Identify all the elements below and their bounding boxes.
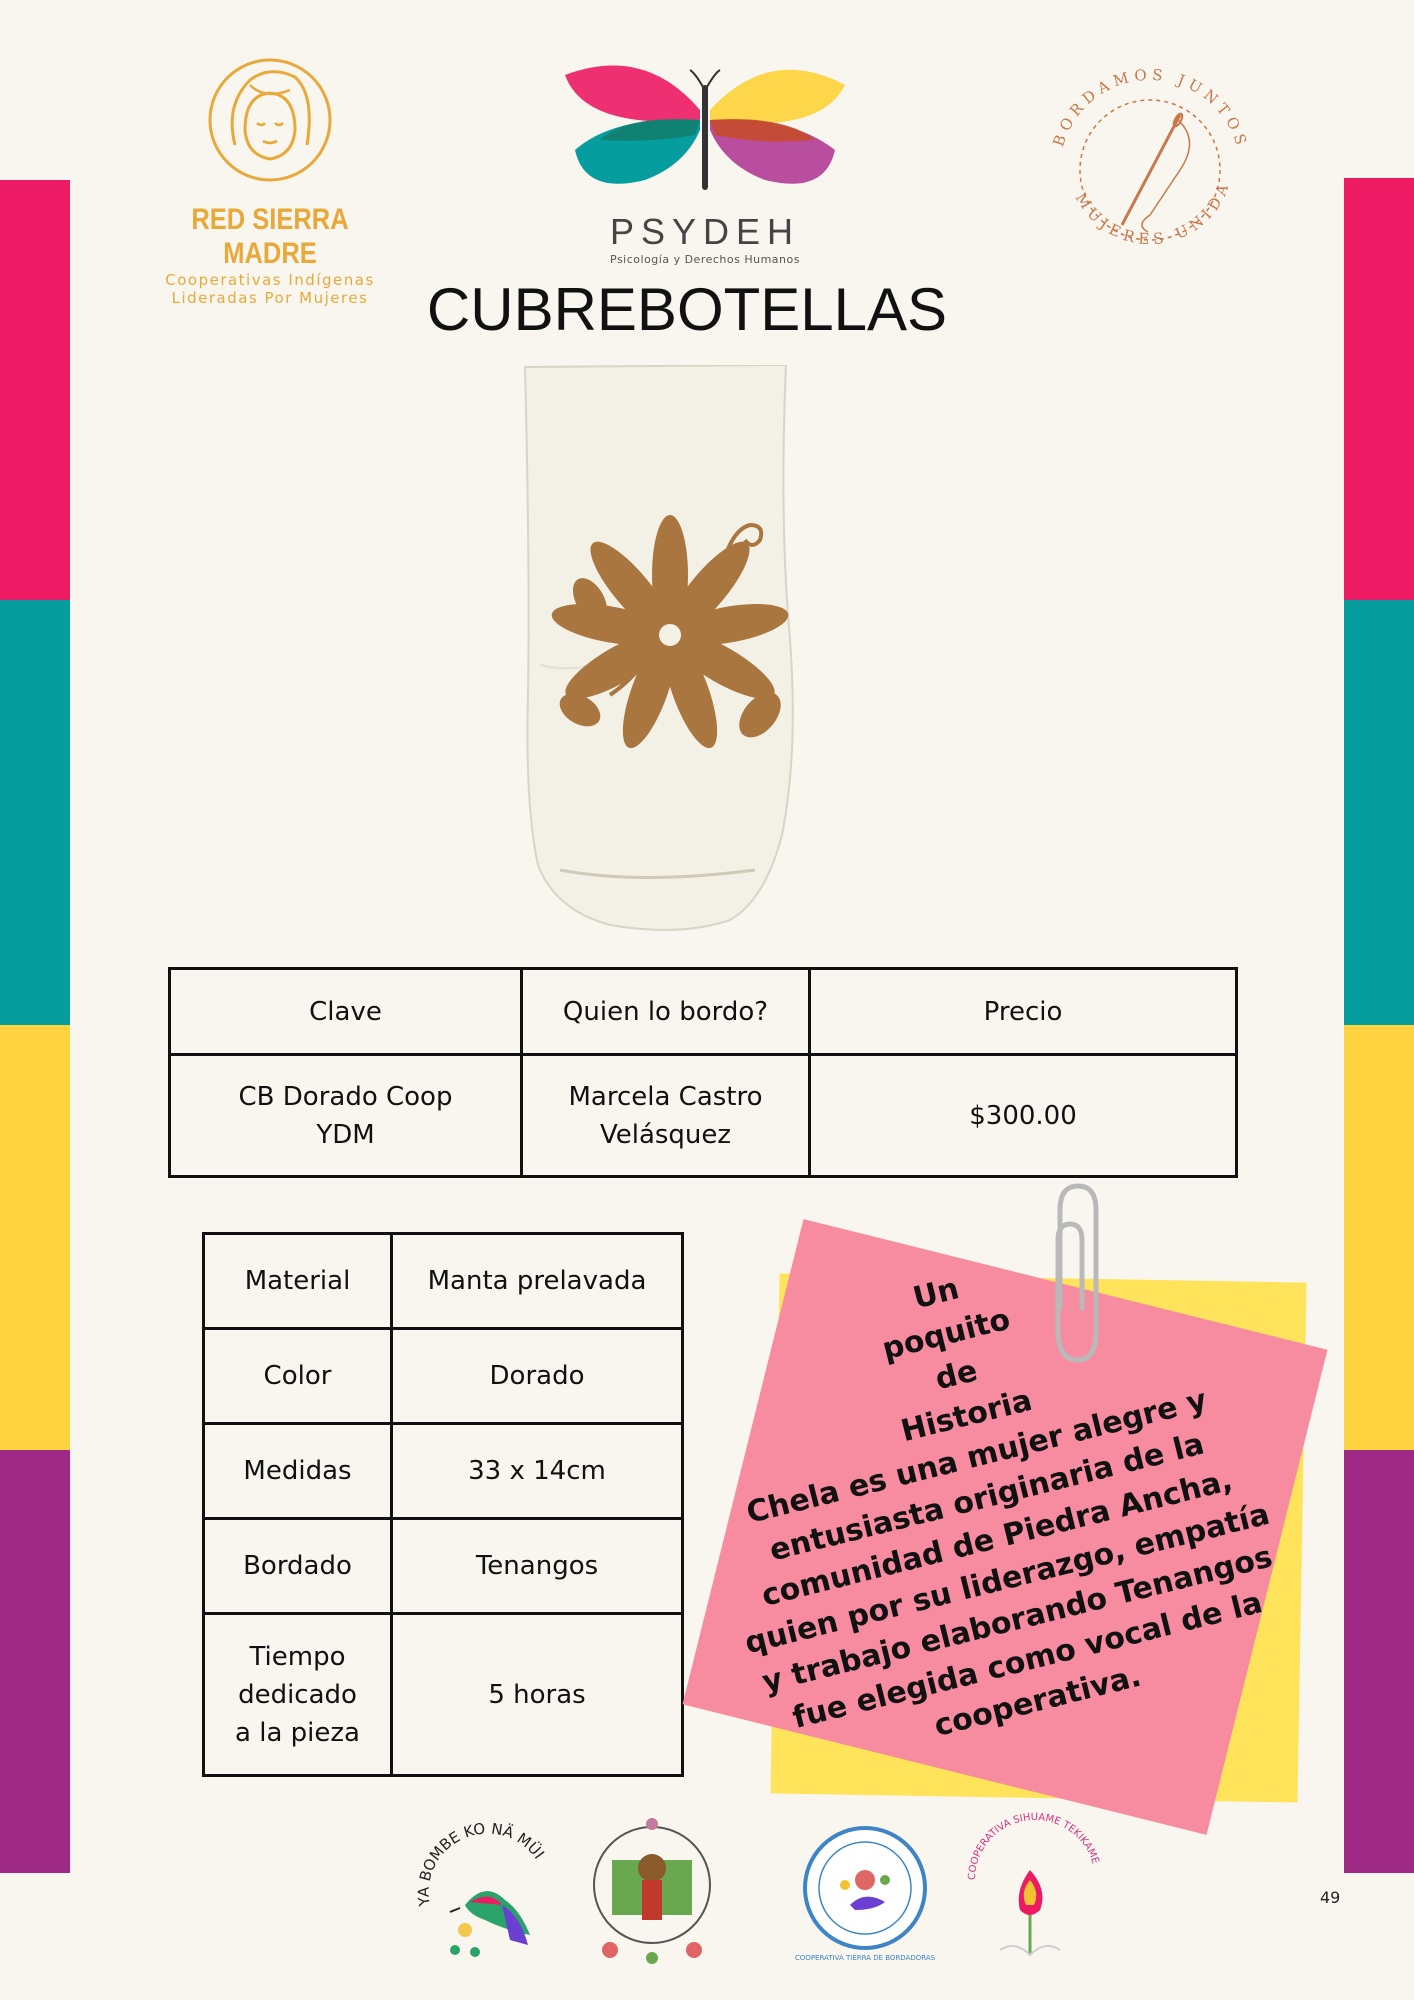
- spec-row: Material Manta prelavada: [202, 1232, 684, 1330]
- stripe-right-magenta: [1344, 178, 1414, 600]
- header-precio: Precio: [808, 967, 1238, 1056]
- needle-thread-icon: BORDAMOS JUNTOS MUJERES UNIDAS: [1022, 36, 1251, 248]
- main-table-row: CB Dorado Coop YDM Marcela Castro Velásq…: [168, 1053, 1238, 1178]
- stripe-left-purple: [0, 1450, 70, 1873]
- bordamos-top-text: BORDAMOS JUNTOS: [1049, 66, 1246, 152]
- tierra-de-bordadoras-logo: COOPERATIVA TIERRA DE BORDADORAS: [795, 1826, 936, 1962]
- stripe-right-purple: [1344, 1450, 1414, 1873]
- spec-row: Bordado Tenangos: [202, 1517, 684, 1615]
- page-number: 49: [1320, 1888, 1341, 1907]
- cell-bordadora: Marcela Castro Velásquez: [520, 1053, 811, 1178]
- stripe-right-yellow: [1344, 1025, 1414, 1450]
- cooperative-village-logo: [593, 1818, 711, 1964]
- stripe-left-yellow: [0, 1025, 70, 1450]
- spec-row: Medidas 33 x 14cm: [202, 1422, 684, 1520]
- header-quien-lo-bordo: Quien lo bordo?: [520, 967, 811, 1056]
- spec-label: Color: [202, 1327, 393, 1425]
- svg-text:BORDAMOS JUNTOS: BORDAMOS JUNTOS: [1049, 66, 1251, 152]
- red-sierra-madre-logo: RED SIERRA MADRE Cooperativas Indígenas …: [150, 55, 390, 307]
- butterfly-icon: [565, 65, 845, 190]
- note-body: Chela es una mujer alegre y entusiasta o…: [741, 1382, 1276, 1744]
- spec-label: Tiempo dedicado a la pieza: [202, 1612, 393, 1777]
- stripe-left-teal: [0, 600, 70, 1025]
- spec-value: 5 horas: [390, 1612, 684, 1777]
- main-table-header: Clave Quien lo bordo? Precio: [168, 967, 1238, 1056]
- sihuame-tekikame-logo: COOPERATIVA SIHUAME TEKIKAME: [967, 1812, 1101, 1957]
- spec-label: Material: [202, 1232, 393, 1330]
- psydeh-subtitle: Psicología y Derechos Humanos: [610, 253, 800, 266]
- spec-value: Tenangos: [390, 1517, 684, 1615]
- paperclip-icon: [1055, 1183, 1099, 1363]
- spec-label: Medidas: [202, 1422, 393, 1520]
- cell-precio: $300.00: [808, 1053, 1238, 1178]
- spec-table: Material Manta prelavada Color Dorado Me…: [202, 1232, 684, 1777]
- spec-value: 33 x 14cm: [390, 1422, 684, 1520]
- page-title: CUBREBOTELLAS: [426, 276, 948, 343]
- header-clave: Clave: [168, 967, 523, 1056]
- spec-value: Dorado: [390, 1327, 684, 1425]
- note-heading: Un poquito de Historia: [878, 1271, 1036, 1450]
- psydeh-logo: PSYDEH Psicología y Derechos Humanos: [555, 55, 855, 266]
- sihuame-text: COOPERATIVA SIHUAME TEKIKAME: [967, 1812, 1101, 1880]
- spec-value: Manta prelavada: [390, 1232, 684, 1330]
- cell-clave: CB Dorado Coop YDM: [168, 1053, 523, 1178]
- spec-row: Tiempo dedicado a la pieza 5 horas: [202, 1612, 684, 1777]
- tierra-text: COOPERATIVA TIERRA DE BORDADORAS: [795, 1954, 936, 1962]
- bottle-cover-photo: [523, 365, 794, 931]
- ya-bombe-logo: YA BOMBE KO NÄ MÜI: [415, 1820, 548, 1957]
- bordamos-juntos-logo: BORDAMOS JUNTOS MUJERES UNIDAS: [1022, 36, 1270, 290]
- stripe-right-teal: [1344, 600, 1414, 1025]
- cooperative-logos: YA BOMBE KO NÄ MÜI COOPERATIVA TIERRA DE…: [400, 1810, 1120, 1980]
- product-main-table: Clave Quien lo bordo? Precio CB Dorado C…: [168, 967, 1238, 1178]
- svg-text:COOPERATIVA SIHUAME TEKIKAME: COOPERATIVA SIHUAME TEKIKAME: [967, 1812, 1101, 1880]
- woman-face-icon: [208, 58, 332, 182]
- psydeh-name: PSYDEH: [609, 211, 801, 252]
- spec-row: Color Dorado: [202, 1327, 684, 1425]
- stripe-left-magenta: [0, 180, 70, 600]
- rsm-name: RED SIERRA MADRE: [191, 203, 349, 270]
- spec-label: Bordado: [202, 1517, 393, 1615]
